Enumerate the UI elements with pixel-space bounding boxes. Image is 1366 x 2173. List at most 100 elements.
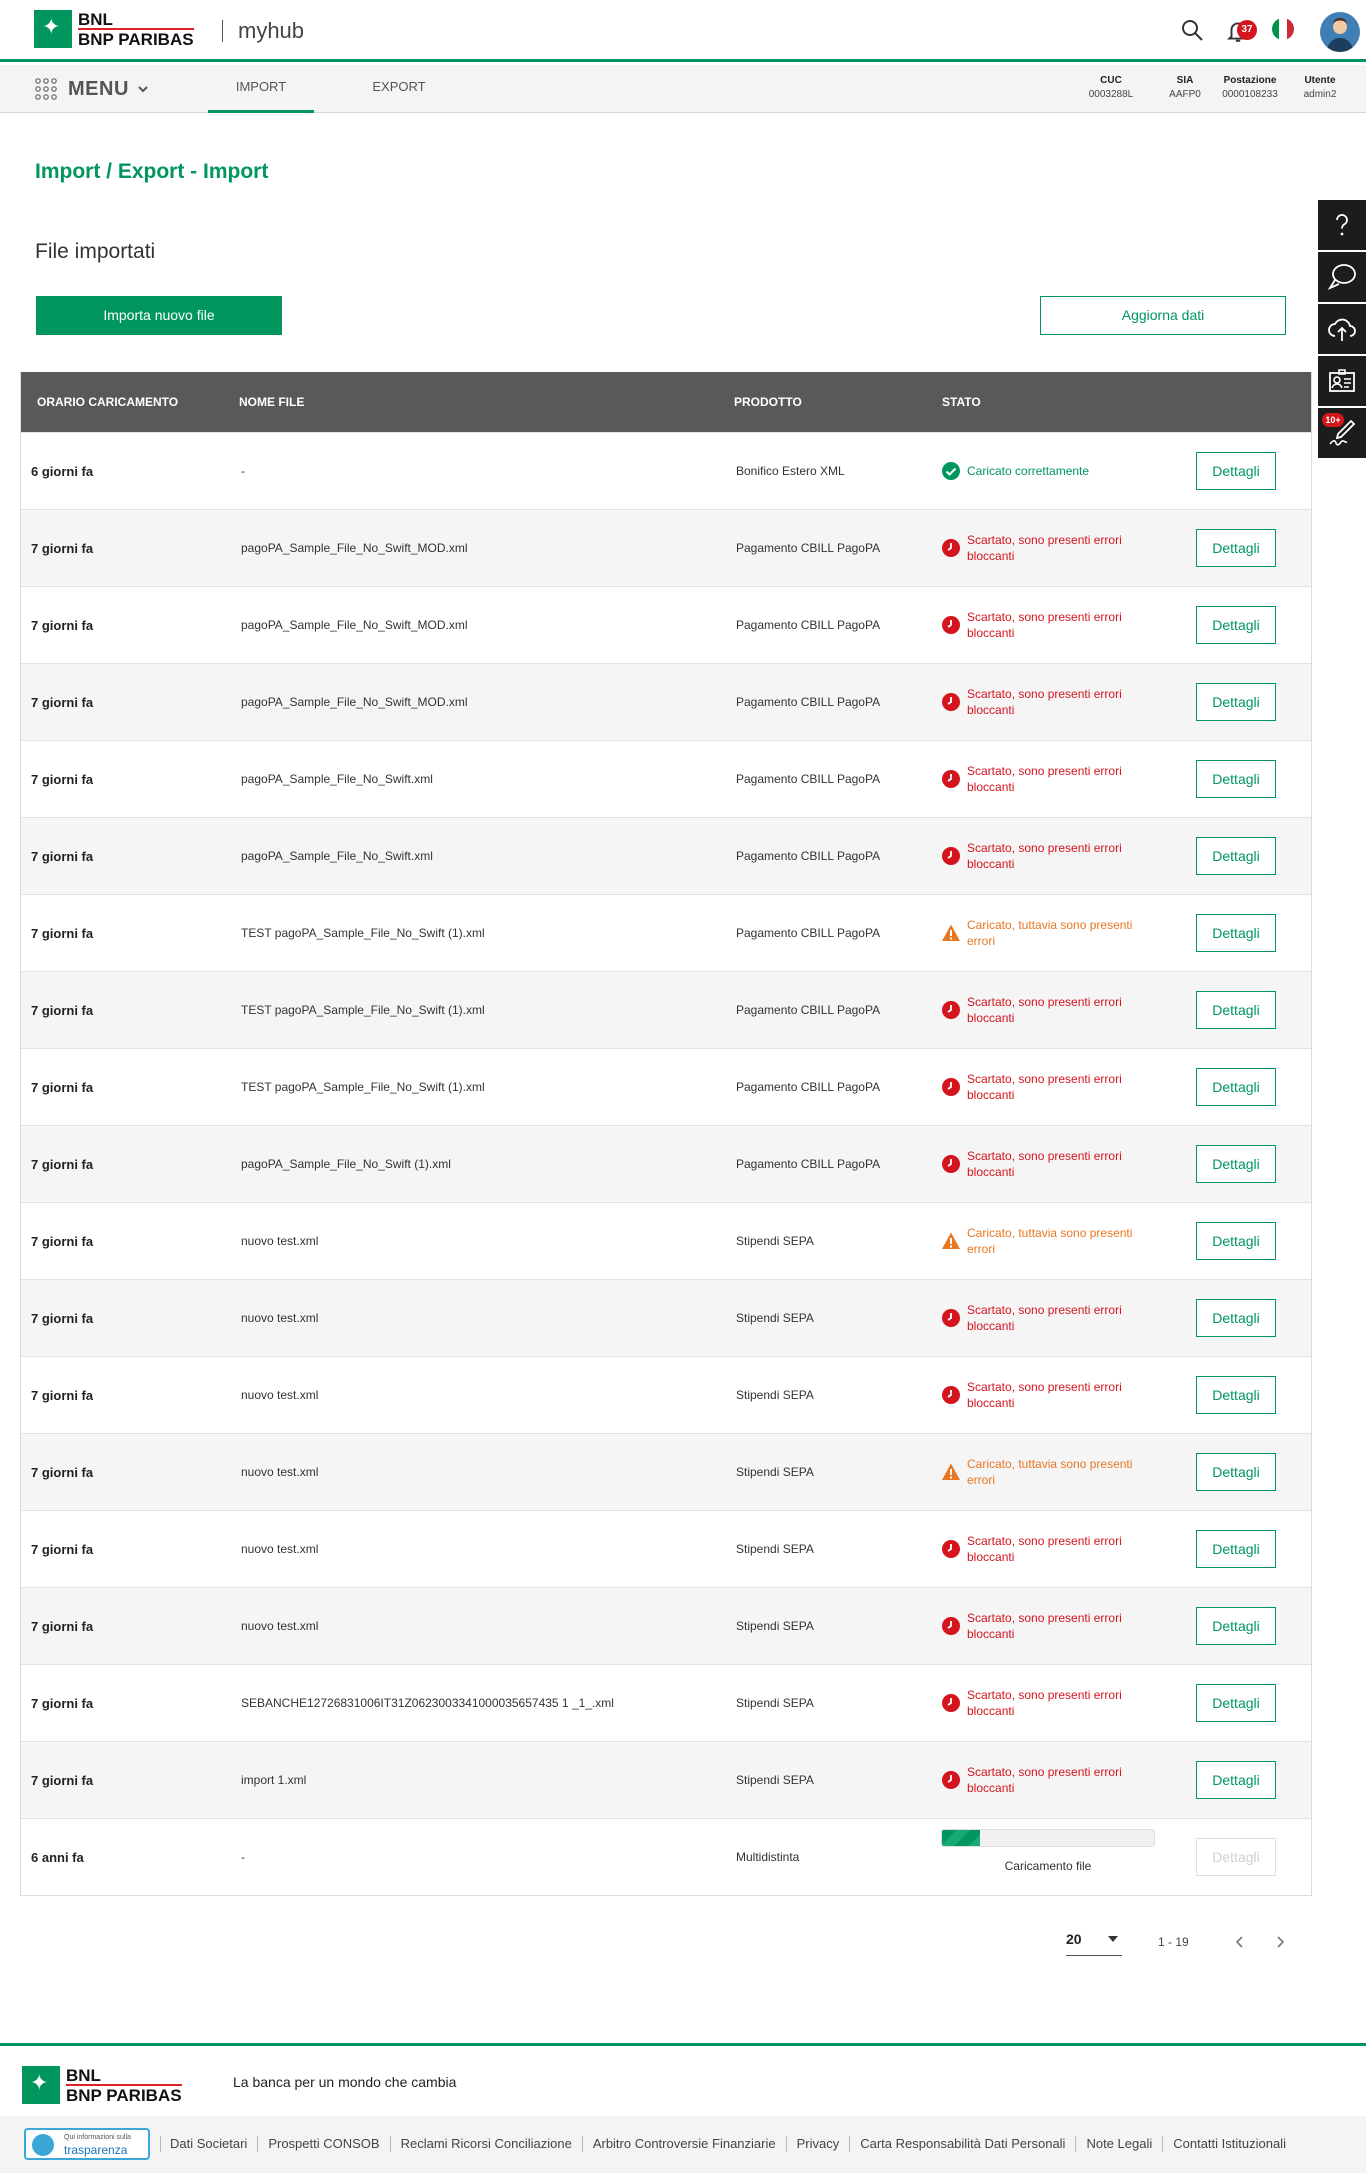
status-text: Scartato, sono presenti errori bloccanti (967, 1380, 1122, 1410)
details-button[interactable]: Dettagli (1196, 991, 1276, 1029)
details-button[interactable]: Dettagli (1196, 837, 1276, 875)
column-header-time[interactable]: ORARIO CARICAMENTO (37, 372, 178, 432)
details-button[interactable]: Dettagli (1196, 1530, 1276, 1568)
details-button[interactable]: Dettagli (1196, 606, 1276, 644)
details-button[interactable]: Dettagli (1196, 914, 1276, 952)
footer-link[interactable]: Arbitro Controversie Finanziarie (593, 2136, 776, 2151)
imported-files-table: ORARIO CARICAMENTO NOME FILE PRODOTTO ST… (20, 372, 1312, 1896)
upload-progress: Caricamento file (941, 1829, 1155, 1873)
cell-file-name: TEST pagoPA_Sample_File_No_Swift (1).xml (241, 1003, 485, 1017)
cell-upload-time: 7 giorni fa (31, 925, 94, 941)
chevron-left-icon[interactable] (1230, 1932, 1250, 1952)
chat-button[interactable] (1318, 252, 1366, 302)
check-circle-icon (942, 462, 960, 480)
status-cell: Scartato, sono presenti errori bloccanti (941, 1302, 1171, 1334)
footer-link[interactable]: Dati Societari (170, 2136, 247, 2151)
footer: ✦ BNL BNP PARIBAS La banca per un mondo … (0, 2043, 1366, 2173)
cell-upload-time: 7 giorni fa (31, 1002, 94, 1018)
brand-line1: BNL (78, 9, 113, 29)
table-row: 7 giorni fa pagoPA_Sample_File_No_Swift.x… (21, 740, 1311, 817)
footer-link[interactable]: Contatti Istituzionali (1173, 2136, 1286, 2151)
status-text: Scartato, sono presenti errori bloccanti (967, 687, 1122, 717)
progress-bar (941, 1829, 1155, 1847)
footer-link[interactable]: Privacy (797, 2136, 840, 2151)
error-clock-icon (942, 1386, 960, 1404)
footer-link[interactable]: Prospetti CONSOB (268, 2136, 379, 2151)
table-row: 7 giorni fa pagoPA_Sample_File_No_Swift.x… (21, 817, 1311, 894)
error-clock-icon (942, 1155, 960, 1173)
details-button[interactable]: Dettagli (1196, 1761, 1276, 1799)
bnl-logo[interactable]: ✦ BNL BNP PARIBAS (34, 10, 194, 48)
details-button[interactable]: Dettagli (1196, 760, 1276, 798)
details-button[interactable]: Dettagli (1196, 1376, 1276, 1414)
help-button[interactable] (1318, 200, 1366, 250)
details-button[interactable]: Dettagli (1196, 1453, 1276, 1491)
footer-logo[interactable]: ✦ BNL BNP PARIBAS (22, 2066, 182, 2104)
cell-file-name: pagoPA_Sample_File_No_Swift.xml (241, 772, 433, 786)
page-size-value: 20 (1066, 1931, 1082, 1947)
import-new-file-button[interactable]: Importa nuovo file (36, 296, 282, 335)
table-row: 6 anni fa - Multidistinta Caricamento file D… (21, 1818, 1311, 1895)
cell-file-name: nuovo test.xml (241, 1465, 319, 1479)
cell-upload-time: 7 giorni fa (31, 1541, 94, 1557)
footer-separator (160, 2136, 161, 2152)
cell-file-name: pagoPA_Sample_File_No_Swift.xml (241, 849, 433, 863)
details-button[interactable]: Dettagli (1196, 1299, 1276, 1337)
table-row: 7 giorni fa pagoPA_Sample_File_No_Swift (… (21, 1125, 1311, 1202)
search-icon[interactable] (1180, 18, 1204, 42)
footer-link[interactable]: Reclami Ricorsi Conciliazione (401, 2136, 572, 2151)
upload-icon (1328, 318, 1356, 341)
chevron-right-icon[interactable] (1270, 1932, 1290, 1952)
details-button[interactable]: Dettagli (1196, 1684, 1276, 1722)
info-cuc: CUC 0003288L (1088, 75, 1134, 100)
column-header-file[interactable]: NOME FILE (239, 372, 304, 432)
tab-import[interactable]: IMPORT (208, 65, 314, 113)
details-button[interactable]: Dettagli (1196, 1838, 1276, 1876)
page-size-select[interactable]: 20 (1066, 1922, 1122, 1956)
error-clock-icon (942, 1617, 960, 1635)
error-clock-icon (942, 1001, 960, 1019)
notification-badge: 37 (1237, 20, 1257, 40)
details-button[interactable]: Dettagli (1196, 529, 1276, 567)
footer-link[interactable]: Carta Responsabilità Dati Personali (860, 2136, 1065, 2151)
status-cell: Scartato, sono presenti errori bloccanti (941, 609, 1171, 641)
table-row: 7 giorni fa import 1.xml Stipendi SEPA Scar… (21, 1741, 1311, 1818)
avatar[interactable] (1320, 12, 1360, 52)
cell-product: Bonifico Estero XML (736, 464, 845, 478)
contact-card-button[interactable] (1318, 356, 1366, 406)
italy-flag-icon[interactable] (1272, 18, 1294, 40)
details-button[interactable]: Dettagli (1196, 1607, 1276, 1645)
table-body: 6 giorni fa - Bonifico Estero XML Caricato … (21, 432, 1311, 1895)
signature-button[interactable]: 10+ (1318, 408, 1366, 458)
column-header-status[interactable]: STATO (942, 372, 981, 432)
details-button[interactable]: Dettagli (1196, 1145, 1276, 1183)
table-row: 6 giorni fa - Bonifico Estero XML Caricato … (21, 432, 1311, 509)
footer-separator (785, 2136, 787, 2152)
error-clock-icon (942, 616, 960, 634)
column-header-product[interactable]: PRODOTTO (734, 372, 802, 432)
details-button[interactable]: Dettagli (1196, 1222, 1276, 1260)
info-sia: SIA AAFP0 (1169, 75, 1201, 100)
status-text: Caricamento file (1004, 1859, 1092, 1873)
help-icon (1336, 214, 1348, 236)
upload-button[interactable] (1318, 304, 1366, 354)
details-button[interactable]: Dettagli (1196, 452, 1276, 490)
error-clock-icon (942, 1309, 960, 1327)
trasparenza-badge[interactable]: Qui informazioni sulla trasparenza (24, 2128, 150, 2160)
menu-button[interactable]: MENU (34, 77, 149, 101)
details-button[interactable]: Dettagli (1196, 683, 1276, 721)
table-row: 7 giorni fa nuovo test.xml Stipendi SEPA Sc… (21, 1510, 1311, 1587)
refresh-data-button[interactable]: Aggiorna dati (1040, 296, 1286, 335)
status-text: Caricato, tuttavia sono presenti errori (967, 918, 1133, 948)
chevron-down-icon (138, 86, 148, 93)
footer-separator (849, 2136, 851, 2152)
status-text: Scartato, sono presenti errori bloccanti (967, 1765, 1122, 1795)
caret-down-icon (1108, 1936, 1118, 1942)
status-text: Scartato, sono presenti errori bloccanti (967, 610, 1122, 640)
details-button[interactable]: Dettagli (1196, 1068, 1276, 1106)
footer-link[interactable]: Note Legali (1086, 2136, 1152, 2151)
cell-upload-time: 7 giorni fa (31, 1772, 94, 1788)
table-row: 7 giorni fa pagoPA_Sample_File_No_Swift_M… (21, 586, 1311, 663)
tab-export[interactable]: EXPORT (346, 65, 452, 113)
table-row: 7 giorni fa nuovo test.xml Stipendi SEPA Sc… (21, 1587, 1311, 1664)
